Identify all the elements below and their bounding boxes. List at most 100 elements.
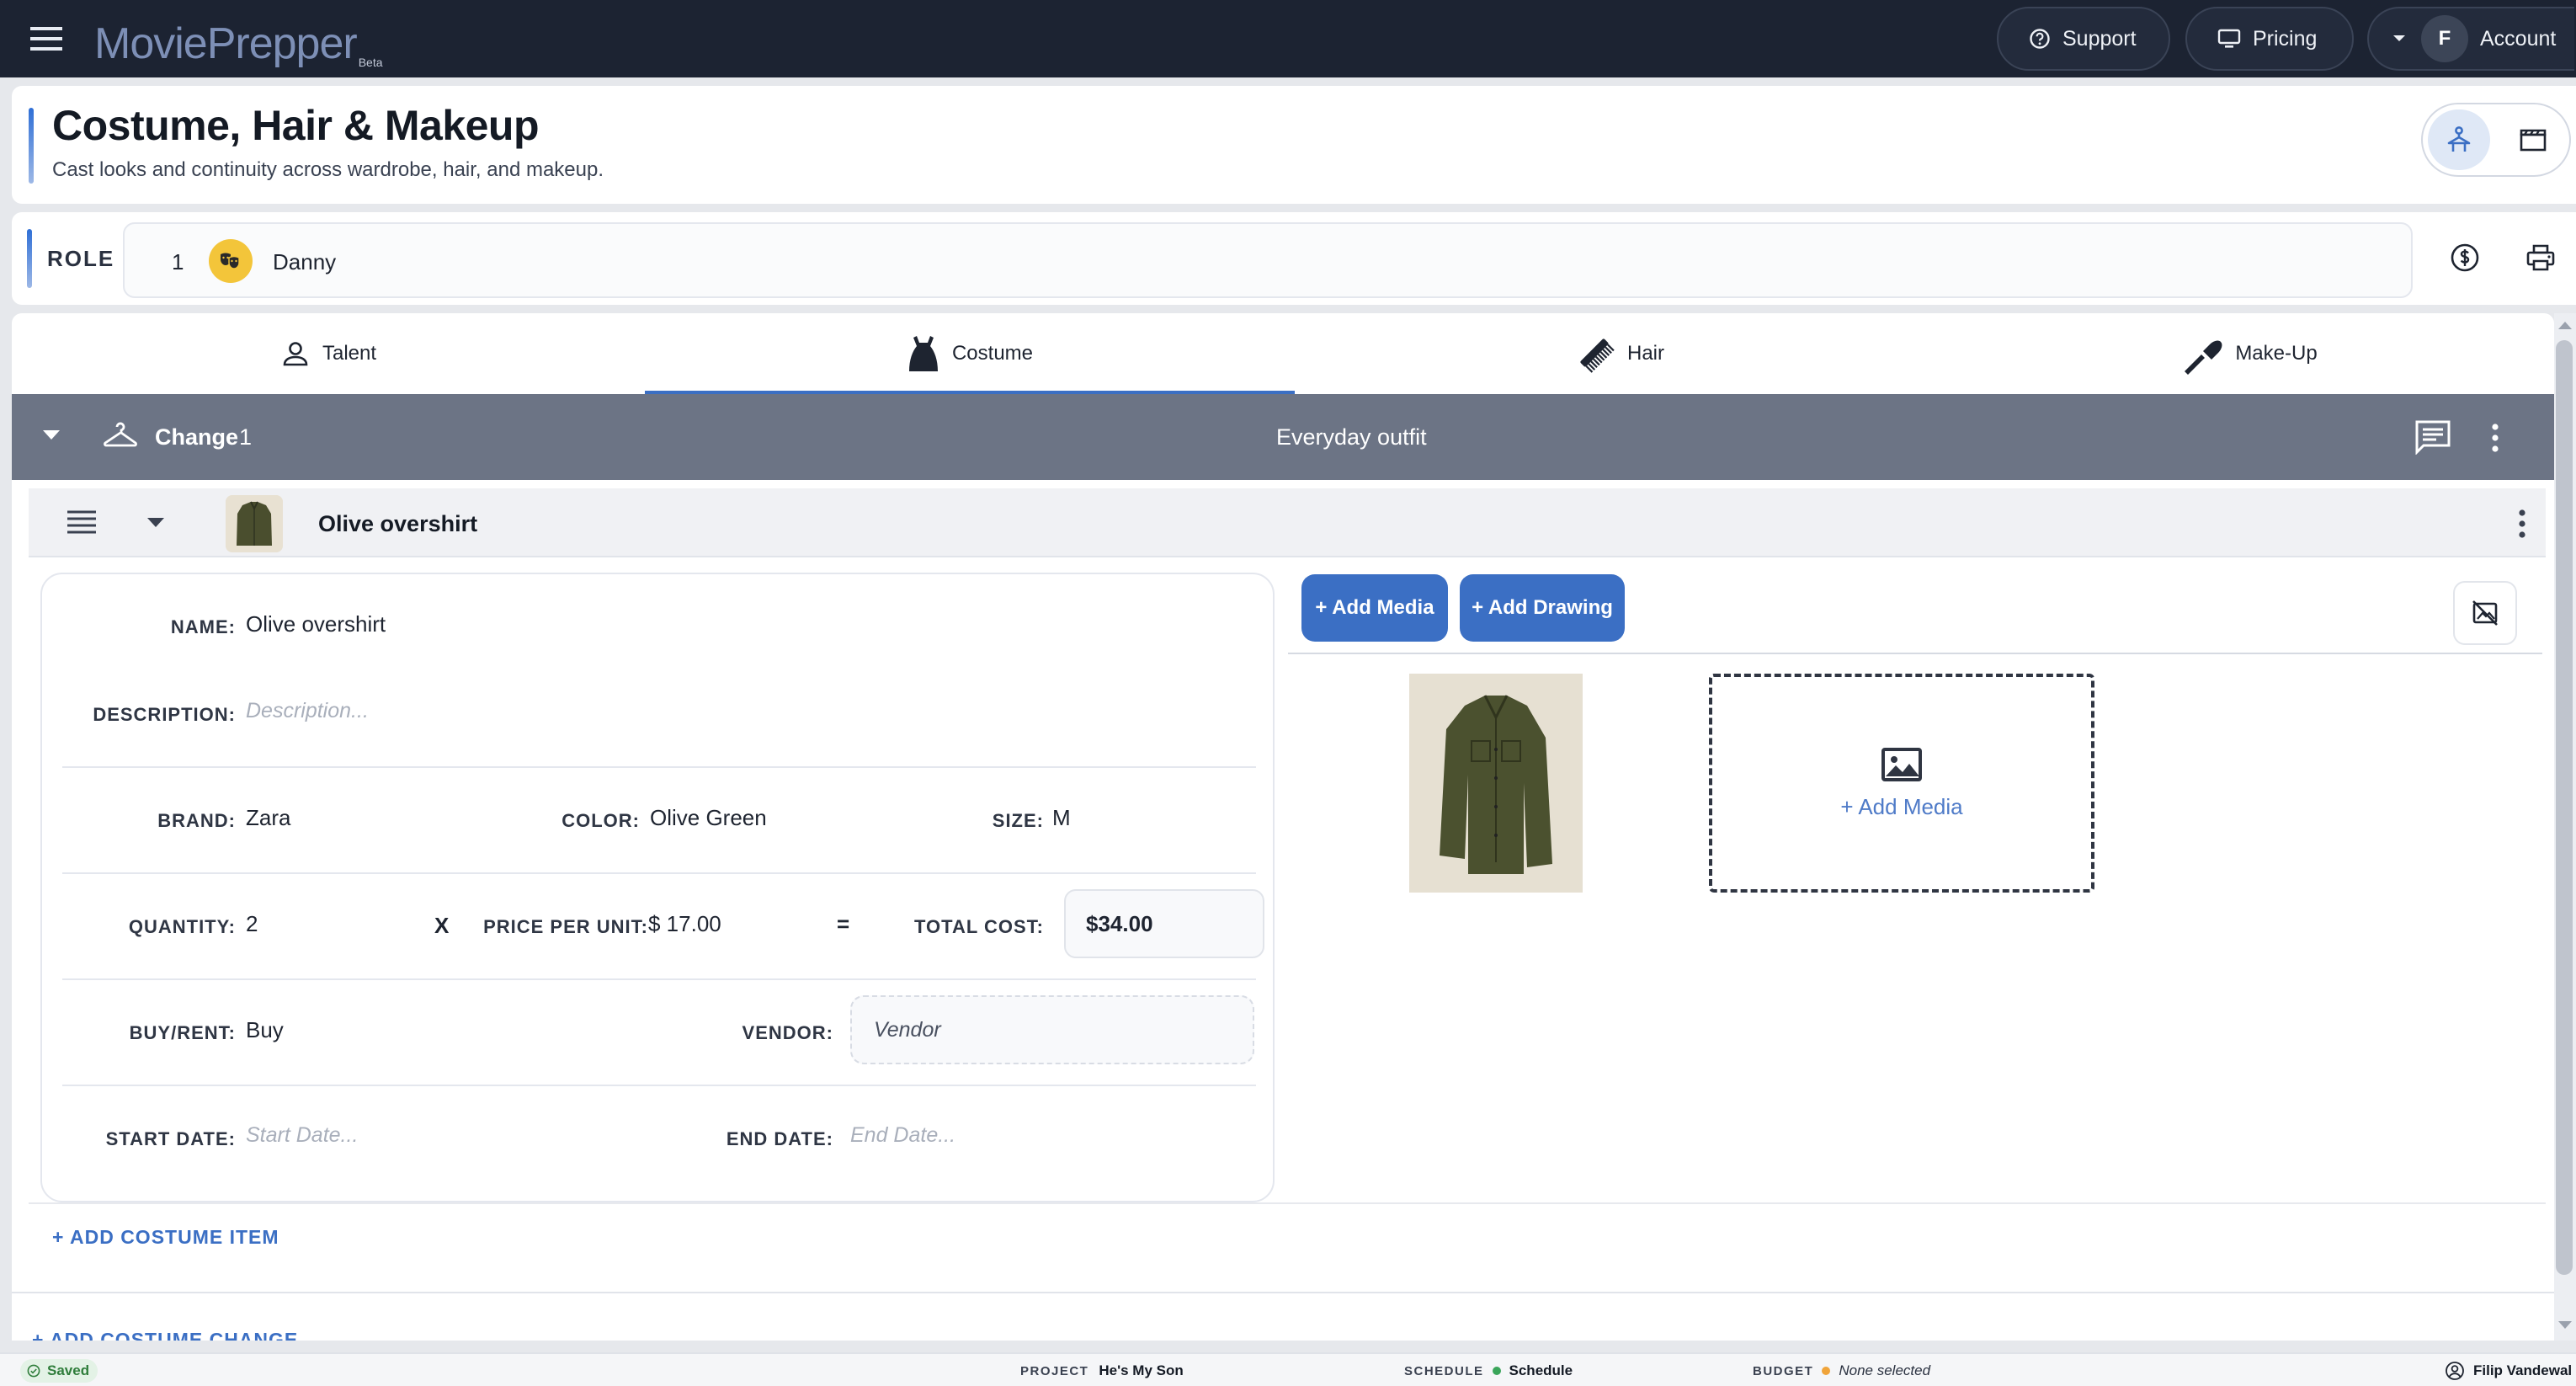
size-field[interactable]: M bbox=[1052, 805, 1071, 831]
total-cost-field: $34.00 bbox=[1064, 889, 1264, 958]
tab-costume[interactable]: Costume bbox=[645, 313, 1295, 394]
name-field[interactable]: Olive overshirt bbox=[246, 611, 386, 637]
user-status[interactable]: Filip Vandewal bbox=[2445, 1361, 2572, 1381]
support-button[interactable]: Support bbox=[1997, 7, 2170, 71]
color-label: COLOR: bbox=[562, 810, 640, 831]
item-more-vertical-icon[interactable] bbox=[2517, 509, 2527, 539]
vendor-placeholder: Vendor bbox=[874, 1017, 941, 1042]
dress-icon bbox=[907, 334, 940, 373]
scroll-up-icon[interactable] bbox=[2557, 320, 2573, 330]
pricing-button[interactable]: Pricing bbox=[2185, 7, 2354, 71]
add-costume-change-button[interactable]: + ADD COSTUME CHANGE bbox=[32, 1329, 298, 1341]
saved-status-badge: Saved bbox=[20, 1359, 98, 1383]
role-label: ROLE bbox=[47, 246, 115, 271]
media-photo[interactable] bbox=[1409, 674, 1583, 893]
view-by-scene-button[interactable] bbox=[2502, 109, 2564, 170]
image-off-icon bbox=[2471, 599, 2499, 627]
hide-media-button[interactable] bbox=[2453, 581, 2517, 645]
status-bar: Saved PROJECT He's My Son SCHEDULE Sched… bbox=[0, 1352, 2576, 1386]
role-select[interactable]: 1 Danny bbox=[123, 222, 2413, 298]
description-field[interactable]: Description... bbox=[246, 699, 369, 723]
start-date-field[interactable]: Start Date... bbox=[246, 1123, 358, 1148]
drag-handle-icon[interactable] bbox=[66, 509, 98, 537]
scrollbar-thumb[interactable] bbox=[2556, 340, 2573, 1275]
brand-field[interactable]: Zara bbox=[246, 805, 290, 831]
dropzone-label: + Add Media bbox=[1840, 793, 1963, 819]
tab-talent[interactable]: Talent bbox=[12, 313, 645, 394]
price-per-unit-label: PRICE PER UNIT: bbox=[483, 916, 648, 937]
print-icon[interactable] bbox=[2525, 243, 2556, 273]
costume-item-form: NAME: Olive overshirt DESCRIPTION: Descr… bbox=[40, 573, 1275, 1202]
costume-item-header[interactable]: Olive overshirt bbox=[29, 488, 2546, 557]
buy-rent-field[interactable]: Buy bbox=[246, 1017, 284, 1043]
check-circle-icon bbox=[27, 1364, 40, 1378]
scroll-down-icon[interactable] bbox=[2557, 1320, 2573, 1330]
tab-hair[interactable]: Hair bbox=[1295, 313, 1945, 394]
quantity-field[interactable]: 2 bbox=[246, 911, 258, 937]
budget-dollar-icon[interactable] bbox=[2450, 243, 2480, 273]
top-bar: MoviePrepper Beta Support Pricing F Acco… bbox=[0, 0, 2576, 77]
costume-change-header[interactable]: Change 1 Everyday outfit bbox=[12, 394, 2554, 480]
divider bbox=[29, 1202, 2546, 1204]
tab-hair-label: Hair bbox=[1626, 342, 1664, 365]
more-vertical-icon[interactable] bbox=[2490, 423, 2500, 453]
user-circle-icon bbox=[2445, 1361, 2465, 1381]
budget-status-dot bbox=[1822, 1367, 1831, 1375]
project-label: PROJECT bbox=[1020, 1363, 1089, 1378]
project-value: He's My Son bbox=[1099, 1362, 1184, 1378]
expand-caret-icon[interactable] bbox=[146, 517, 165, 529]
pricing-label: Pricing bbox=[2253, 26, 2318, 51]
page-subtitle: Cast looks and continuity across wardrob… bbox=[52, 158, 604, 181]
schedule-status[interactable]: SCHEDULE Schedule bbox=[1404, 1362, 1573, 1379]
end-date-label: END DATE: bbox=[726, 1128, 833, 1149]
add-costume-item-button[interactable]: + ADD COSTUME ITEM bbox=[52, 1226, 279, 1249]
caret-down-icon bbox=[2392, 35, 2406, 43]
theater-masks-icon bbox=[209, 239, 253, 283]
person-icon bbox=[280, 339, 311, 369]
vendor-field[interactable]: Vendor bbox=[850, 995, 1254, 1064]
add-media-dropzone[interactable]: + Add Media bbox=[1709, 674, 2094, 893]
tab-makeup-label: Make-Up bbox=[2235, 342, 2318, 365]
end-date-field[interactable]: End Date... bbox=[850, 1123, 955, 1148]
collapse-caret-icon[interactable] bbox=[42, 429, 61, 441]
add-media-button[interactable]: + Add Media bbox=[1301, 574, 1448, 642]
view-by-character-button[interactable] bbox=[2428, 109, 2490, 170]
tab-makeup[interactable]: Make-Up bbox=[1945, 313, 2554, 394]
equals-sign: = bbox=[837, 911, 850, 936]
budget-status[interactable]: BUDGET None selected bbox=[1753, 1362, 1930, 1379]
app-name: MoviePrepper bbox=[94, 19, 358, 68]
add-drawing-button[interactable]: + Add Drawing bbox=[1460, 574, 1625, 642]
price-per-unit-field[interactable]: $ 17.00 bbox=[648, 911, 721, 937]
role-bar: ROLE 1 Danny bbox=[12, 212, 2576, 305]
avatar: F bbox=[2421, 15, 2468, 62]
budget-label: BUDGET bbox=[1753, 1363, 1814, 1378]
comb-icon bbox=[1575, 333, 1615, 374]
comment-icon[interactable] bbox=[2414, 419, 2451, 455]
user-name: Filip Vandewal bbox=[2473, 1362, 2573, 1378]
times-sign: X bbox=[434, 913, 450, 938]
app-logo[interactable]: MoviePrepper Beta bbox=[94, 7, 383, 69]
saved-label: Saved bbox=[47, 1362, 90, 1378]
brush-icon bbox=[2181, 333, 2223, 375]
divider bbox=[12, 1292, 2554, 1293]
support-label: Support bbox=[2062, 26, 2137, 51]
vendor-label: VENDOR: bbox=[742, 1022, 833, 1043]
tab-talent-label: Talent bbox=[322, 342, 377, 365]
change-title: Change bbox=[155, 424, 239, 450]
divider bbox=[62, 766, 1256, 768]
color-field[interactable]: Olive Green bbox=[650, 805, 767, 831]
description-label: DESCRIPTION: bbox=[93, 704, 236, 725]
role-number: 1 bbox=[172, 249, 184, 275]
help-circle-icon bbox=[2029, 28, 2051, 50]
schedule-label: SCHEDULE bbox=[1404, 1363, 1484, 1378]
project-status[interactable]: PROJECT He's My Son bbox=[1020, 1362, 1184, 1379]
role-name: Danny bbox=[273, 249, 337, 275]
account-button[interactable]: F Account bbox=[2367, 7, 2574, 71]
brand-label: BRAND: bbox=[157, 810, 236, 831]
item-title: Olive overshirt bbox=[318, 511, 478, 536]
hamburger-menu-icon[interactable] bbox=[25, 20, 69, 57]
start-date-label: START DATE: bbox=[105, 1128, 236, 1149]
media-panel: + Add Media + Add Drawing + Add Media bbox=[1288, 571, 2542, 1211]
header-accent-bar bbox=[29, 108, 34, 184]
tab-bar: Talent Costume Hair Make-Up bbox=[12, 313, 2554, 394]
